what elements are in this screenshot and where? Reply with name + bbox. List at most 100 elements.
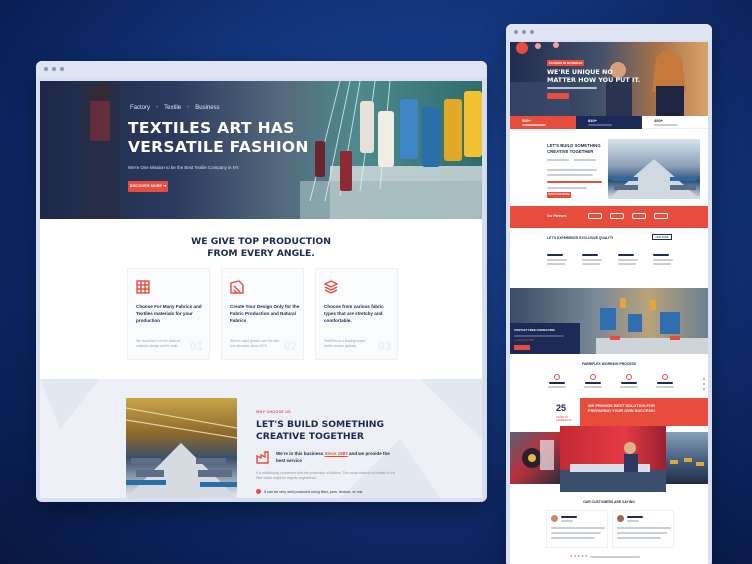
solution-right-image xyxy=(666,432,708,484)
factory-icon xyxy=(256,451,269,464)
factory-hall-illustration xyxy=(126,407,237,498)
consulting-heading: CONTACT FREE CONSULTING xyxy=(514,328,555,332)
stat-value: 490+ xyxy=(654,118,664,123)
right-hero-button[interactable] xyxy=(547,93,569,99)
window-dot xyxy=(530,30,534,34)
process-step-icon xyxy=(554,374,560,380)
rating-text-line xyxy=(590,556,640,558)
solution-center-image xyxy=(560,426,666,492)
testimonial-text-line xyxy=(551,537,595,539)
stat-item: 580+ xyxy=(510,116,576,129)
partner-logo-icon[interactable] xyxy=(632,213,646,219)
stat-label-line xyxy=(522,124,546,126)
right-webpage: FASHION IN BUSINESS WE'RE UNIQUE NO MATT… xyxy=(510,42,708,564)
about-heading-line-1: LET'S BUILD SOMETHING xyxy=(256,419,385,430)
process-step xyxy=(584,374,602,388)
process-step-icon xyxy=(662,374,668,380)
sewing-illustration xyxy=(522,440,554,470)
process-step xyxy=(620,374,638,388)
features-heading-line-1: WE GIVE TOP PRODUCTION xyxy=(191,236,331,247)
testimonial-text-line xyxy=(617,532,667,534)
features-heading-line-2: FROM EVERY ANGLE. xyxy=(207,248,315,259)
consulting-card: CONTACT FREE CONSULTING +1 (234) 567 890 xyxy=(510,323,580,354)
testimonial-card xyxy=(612,510,674,548)
side-nav-dot[interactable] xyxy=(703,383,705,385)
discover-more-button[interactable]: DISCOVER MORE ➜ xyxy=(128,181,168,192)
breadcrumb-item[interactable]: Textile xyxy=(164,105,181,111)
fabric-swatch-icon xyxy=(136,280,150,294)
right-build-section: LET'S BUILD SOMETHING CREATIVE TOGETHER … xyxy=(510,129,708,206)
right-hero-title: WE'RE UNIQUE NO MATTER HOW YOU PUT IT. xyxy=(547,68,640,84)
solution-heading: WE PROVIDE BEST SOLUTION FOR PREPARING Y… xyxy=(588,403,655,413)
feature-card-description: FabriFlex is a leading expert textile se… xyxy=(324,339,366,348)
consulting-button[interactable] xyxy=(514,345,530,350)
quality-view-more-button[interactable]: VIEW MORE xyxy=(652,234,672,240)
right-build-cta[interactable]: DISCOVER MORE xyxy=(547,192,571,198)
right-build-text-line xyxy=(547,159,569,161)
testimonial-name-line xyxy=(627,516,643,518)
feature-card[interactable]: Create Your Design Only for the Fabric P… xyxy=(221,268,304,360)
right-hero-tag: FASHION IN BUSINESS xyxy=(547,60,585,66)
features-section: WE GIVE TOP PRODUCTION FROM EVERY ANGLE.… xyxy=(40,219,482,379)
consulting-phone[interactable]: +1 (234) 567 890 xyxy=(514,339,534,342)
partner-logo-icon[interactable] xyxy=(654,213,668,219)
feature-card[interactable]: Choose For Many Fabrics and Textiles mat… xyxy=(127,268,210,360)
process-steps xyxy=(548,374,674,388)
side-nav-dots xyxy=(703,378,705,390)
testimonials-heading: OUR CUSTOMERS ARE SAYING xyxy=(583,500,635,504)
star-icon: ★ xyxy=(573,554,577,558)
breadcrumb-item[interactable]: Factory xyxy=(130,105,150,111)
testimonial-text-line xyxy=(617,537,661,539)
feature-card-number: 03 xyxy=(378,339,392,353)
feature-card-number: 01 xyxy=(190,339,204,353)
right-browser-window: FASHION IN BUSINESS WE'RE UNIQUE NO MATT… xyxy=(506,24,712,564)
avatar xyxy=(551,515,558,522)
factory-line-illustration xyxy=(670,458,704,466)
about-bullet-text: It can be very well produced using fiber… xyxy=(264,489,364,494)
quality-item xyxy=(617,254,638,265)
feature-card-title: Create Your Design Only for the Fabric P… xyxy=(230,304,300,323)
left-webpage: Factory • Textile • Business TEXTILES AR… xyxy=(40,81,482,498)
right-build-text-line xyxy=(547,169,597,171)
window-dot xyxy=(514,30,518,34)
right-build-text-line xyxy=(547,174,593,176)
testimonials-section: OUR CUSTOMERS ARE SAYING ★ ★ ★ ★ ★ xyxy=(510,492,708,564)
quality-items xyxy=(547,254,673,265)
feature-card-number: 02 xyxy=(284,339,298,353)
side-nav-dot[interactable] xyxy=(703,378,705,380)
fabric-machine-illustration xyxy=(560,442,666,492)
since-year-link[interactable]: Since 1987 xyxy=(325,451,348,456)
testimonial-role-line xyxy=(627,520,639,522)
stat-label-line xyxy=(588,124,612,126)
star-icon: ★ xyxy=(584,554,588,558)
about-section: WHY CHOOSE US LET'S BUILD SOMETHING CREA… xyxy=(40,379,482,498)
breadcrumb-separator: • xyxy=(187,105,190,111)
testimonial-text-line xyxy=(551,532,601,534)
feature-card-description: We classified it on the basis of materia… xyxy=(136,339,181,348)
side-nav-dot[interactable] xyxy=(703,388,705,390)
right-build-heading-line-1: LET'S BUILD SOMETHING xyxy=(547,143,601,148)
right-window-titlebar xyxy=(506,24,712,40)
quality-item xyxy=(547,254,567,265)
right-build-heading: LET'S BUILD SOMETHING CREATIVE TOGETHER xyxy=(547,143,601,154)
solution-left-image xyxy=(510,432,560,484)
breadcrumb-item[interactable]: Business xyxy=(195,105,219,111)
partners-strip: Our Partners xyxy=(510,206,708,228)
left-window-titlebar xyxy=(36,61,487,77)
breadcrumb-separator: • xyxy=(156,105,159,111)
process-step xyxy=(548,374,566,388)
rating-stars: ★ ★ ★ ★ ★ xyxy=(570,554,588,558)
partner-logo-icon[interactable] xyxy=(610,213,624,219)
partner-logo-icon[interactable] xyxy=(588,213,602,219)
feature-card-description: With its rapid growth over the last four… xyxy=(230,339,279,348)
about-bullet: It can be very well produced using fiber… xyxy=(256,489,363,494)
star-icon: ★ xyxy=(570,554,573,558)
hero-breadcrumb: Factory • Textile • Business xyxy=(130,105,220,111)
feature-card[interactable]: Choose from various fabric types that ar… xyxy=(315,268,398,360)
right-build-text-line xyxy=(547,187,587,189)
feature-card-title: Choose from various fabric types that ar… xyxy=(324,304,384,323)
right-build-image xyxy=(608,139,700,199)
right-hero-title-line-1: WE'RE UNIQUE NO xyxy=(547,68,613,76)
window-dot xyxy=(52,67,56,71)
hero-section: Factory • Textile • Business TEXTILES AR… xyxy=(40,81,482,219)
